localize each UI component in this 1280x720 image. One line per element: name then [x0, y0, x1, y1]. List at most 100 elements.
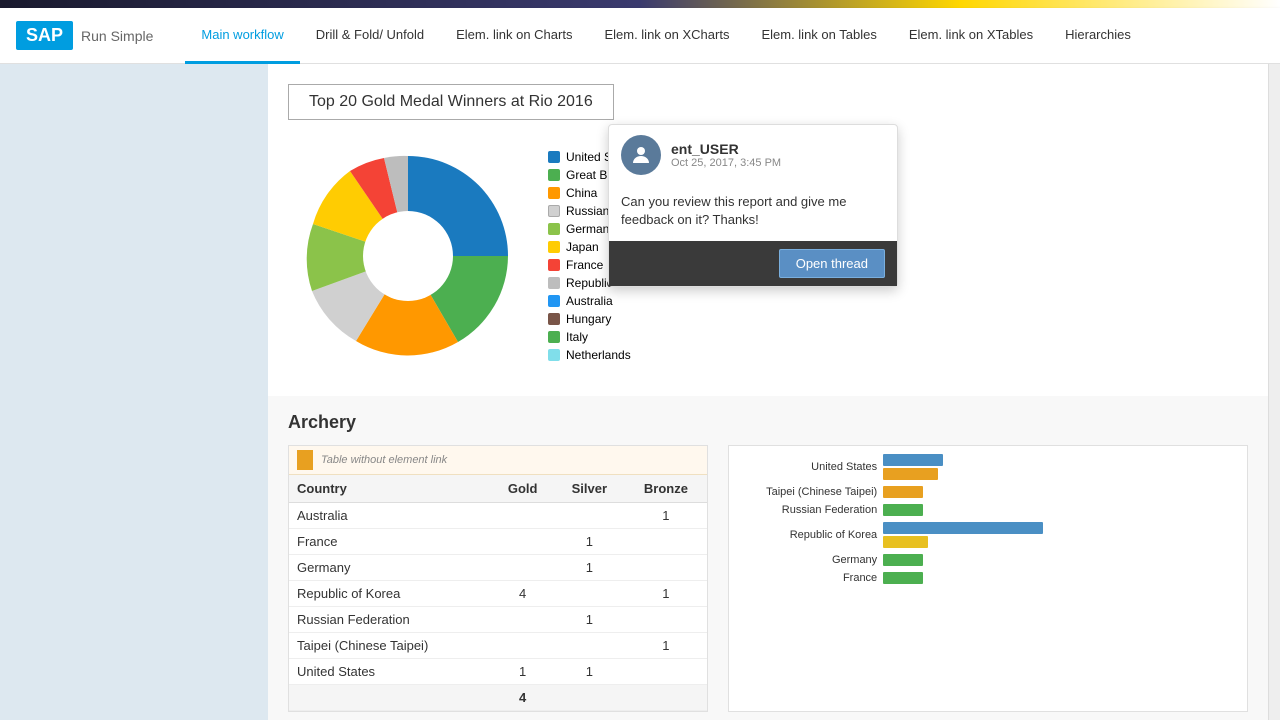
- tab-elem-link-xtables[interactable]: Elem. link on XTables: [893, 8, 1049, 64]
- bar-row-kr: Republic of Korea: [737, 522, 1239, 548]
- row-bronze: [625, 555, 708, 581]
- legend-item-au: Australia: [548, 294, 670, 308]
- legend-label-hu: Hungary: [566, 312, 611, 326]
- row-gold: [491, 607, 554, 633]
- row-bronze: 1: [625, 503, 708, 529]
- archery-section: Archery Table without element link Count…: [268, 396, 1268, 720]
- legend-color-de: [548, 223, 560, 235]
- table-row: Russian Federation 1: [289, 607, 707, 633]
- legend-label-fr: France: [566, 258, 603, 272]
- bar-label-tp: Taipei (Chinese Taipei): [737, 486, 877, 498]
- bar-group-fr: [883, 572, 923, 584]
- bar-group-tp: [883, 486, 923, 498]
- bar-row-ru: Russian Federation: [737, 504, 1239, 516]
- nav-tabs: Main workflow Drill & Fold/ Unfold Elem.…: [185, 8, 1146, 63]
- row-bronze: [625, 529, 708, 555]
- legend-item-hu: Hungary: [548, 312, 670, 326]
- table-hint: Table without element link: [289, 446, 707, 475]
- row-silver: 1: [554, 659, 625, 685]
- col-country: Country: [289, 475, 491, 503]
- table-row: Australia 1: [289, 503, 707, 529]
- row-bronze: 1: [625, 633, 708, 659]
- tab-hierarchies[interactable]: Hierarchies: [1049, 8, 1147, 64]
- popup-user-info: ent_USER Oct 25, 2017, 3:45 PM: [671, 141, 781, 169]
- popup-header: ent_USER Oct 25, 2017, 3:45 PM: [609, 125, 897, 185]
- bar-label-ru: Russian Federation: [737, 504, 877, 516]
- main-content: Top 20 Gold Medal Winners at Rio 2016: [0, 64, 1280, 720]
- open-thread-button[interactable]: Open thread: [779, 249, 885, 278]
- legend-item-it: Italy: [548, 330, 670, 344]
- legend-color-au: [548, 295, 560, 307]
- total-silver: [554, 685, 625, 711]
- row-gold: 1: [491, 659, 554, 685]
- row-country: Australia: [289, 503, 491, 529]
- total-bronze: [625, 685, 708, 711]
- row-country: United States: [289, 659, 491, 685]
- chart-title: Top 20 Gold Medal Winners at Rio 2016: [288, 84, 614, 120]
- col-silver: Silver: [554, 475, 625, 503]
- row-gold: [491, 529, 554, 555]
- legend-color-gb: [548, 169, 560, 181]
- legend-color-ru: [548, 205, 560, 217]
- user-avatar: [621, 135, 661, 175]
- legend-color-fr: [548, 259, 560, 271]
- legend-color-hu: [548, 313, 560, 325]
- legend-label-jp: Japan: [566, 240, 599, 254]
- table-row: Republic of Korea 4 1: [289, 581, 707, 607]
- row-silver: 1: [554, 555, 625, 581]
- legend-color-jp: [548, 241, 560, 253]
- table-row: Germany 1: [289, 555, 707, 581]
- bar-bronze-kr: [883, 536, 928, 548]
- legend-label-it: Italy: [566, 330, 588, 344]
- legend-label-nl: Netherlands: [566, 348, 631, 362]
- legend-item-nl: Netherlands: [548, 348, 670, 362]
- bar-group-de: [883, 554, 923, 566]
- legend-color-kr: [548, 277, 560, 289]
- tab-drill-fold[interactable]: Drill & Fold/ Unfold: [300, 8, 440, 64]
- content-area: Top 20 Gold Medal Winners at Rio 2016: [268, 64, 1268, 720]
- row-country: France: [289, 529, 491, 555]
- bar-label-de: Germany: [737, 554, 877, 566]
- bar-label-us: United States: [737, 461, 877, 473]
- table-row: United States 1 1: [289, 659, 707, 685]
- bar-row-de: Germany: [737, 554, 1239, 566]
- bar-gold-us: [883, 468, 938, 480]
- pie-chart: [288, 136, 528, 376]
- bar-row-fr: France: [737, 572, 1239, 584]
- row-silver: [554, 581, 625, 607]
- table-hint-text: Table without element link: [321, 454, 447, 466]
- bar-silver-ru: [883, 504, 923, 516]
- row-gold: [491, 503, 554, 529]
- row-bronze: [625, 607, 708, 633]
- row-silver: [554, 503, 625, 529]
- total-label: [289, 685, 491, 711]
- sap-logo: SAP: [16, 21, 73, 50]
- bar-silver-us: [883, 454, 943, 466]
- legend-color-it: [548, 331, 560, 343]
- archery-title: Archery: [288, 412, 1248, 433]
- row-gold: [491, 555, 554, 581]
- tab-main-workflow[interactable]: Main workflow: [185, 8, 299, 64]
- table-hint-icon: [297, 450, 313, 470]
- scrollbar[interactable]: [1268, 64, 1280, 720]
- row-gold: 4: [491, 581, 554, 607]
- run-simple-tagline: Run Simple: [81, 28, 153, 44]
- header: SAP Run Simple Main workflow Drill & Fol…: [0, 8, 1280, 64]
- col-bronze: Bronze: [625, 475, 708, 503]
- total-gold: 4: [491, 685, 554, 711]
- tab-elem-link-xcharts[interactable]: Elem. link on XCharts: [588, 8, 745, 64]
- row-country: Russian Federation: [289, 607, 491, 633]
- row-silver: [554, 633, 625, 659]
- row-country: Republic of Korea: [289, 581, 491, 607]
- row-gold: [491, 633, 554, 659]
- table-bar-container: Table without element link Country Gold …: [288, 445, 1248, 712]
- table-total-row: 4: [289, 685, 707, 711]
- bar-silver-fr: [883, 572, 923, 584]
- table-row: France 1: [289, 529, 707, 555]
- table-row: Taipei (Chinese Taipei) 1: [289, 633, 707, 659]
- tab-elem-link-tables[interactable]: Elem. link on Tables: [745, 8, 892, 64]
- bar-label-fr: France: [737, 572, 877, 584]
- left-sidebar: [0, 64, 268, 720]
- popup-username: ent_USER: [671, 141, 781, 157]
- tab-elem-link-charts[interactable]: Elem. link on Charts: [440, 8, 588, 64]
